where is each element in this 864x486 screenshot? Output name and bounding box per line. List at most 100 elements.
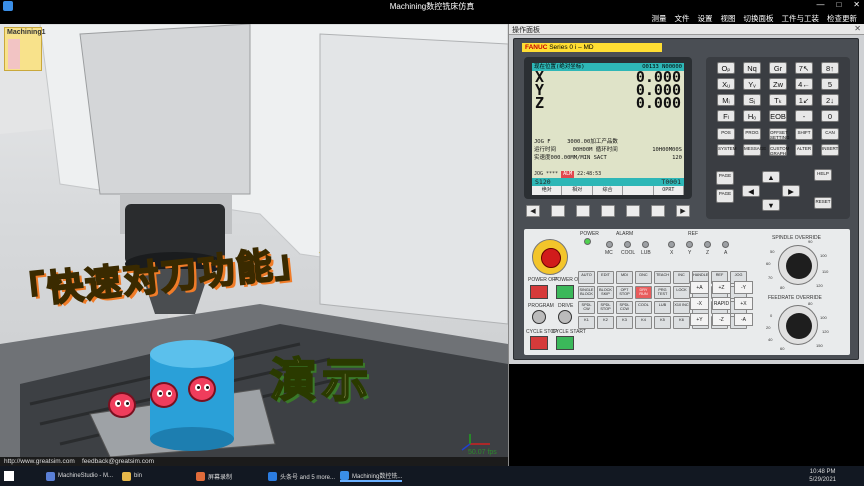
feedrate-override-dial[interactable] <box>778 305 818 345</box>
key-f[interactable]: Fₗ <box>717 110 735 122</box>
taskbar-item[interactable]: MachineStudio - M... <box>46 470 113 482</box>
emergency-stop-button[interactable] <box>532 239 568 275</box>
spindle-ccw-button[interactable]: SPDL CCW <box>616 301 633 314</box>
dry-run-button[interactable]: DRY RUN <box>635 286 652 299</box>
menu-view[interactable]: 视图 <box>720 13 737 24</box>
k2-button[interactable]: K2 <box>597 316 614 329</box>
softkey-next-button[interactable]: ▶ <box>676 205 690 217</box>
mode-dnc-button[interactable]: DNC <box>635 271 652 284</box>
website-link[interactable]: http://www.greatsim.com <box>4 458 75 465</box>
key-minus[interactable]: - <box>795 110 813 122</box>
document-tab[interactable]: Machining1 <box>4 27 46 71</box>
key-message[interactable]: MESSAGE <box>743 144 766 156</box>
k6-button[interactable]: K6 <box>673 316 690 329</box>
key-prog[interactable]: PROG <box>743 128 761 140</box>
jog-minus-x-button[interactable]: -X <box>690 297 709 310</box>
opt-stop-button[interactable]: OPT STOP <box>616 286 633 299</box>
key-7[interactable]: 7↖ <box>795 62 813 74</box>
program-key-switch[interactable] <box>532 310 546 324</box>
spindle-override-dial[interactable] <box>778 245 818 285</box>
lube-button[interactable]: LUB <box>654 301 671 314</box>
taskbar-item[interactable]: 头条号 and 5 more... <box>268 470 335 482</box>
key-cursor-up[interactable]: ▲ <box>762 171 780 183</box>
k4-button[interactable]: K4 <box>635 316 652 329</box>
lock-button[interactable]: LOCK <box>673 286 690 299</box>
jog-rapid-button[interactable]: RAPID <box>712 297 731 310</box>
menu-switch-panel[interactable]: 切换面板 <box>743 13 775 24</box>
taskbar-item[interactable]: 屏幕录制 <box>196 470 232 482</box>
menu-file[interactable]: 文件 <box>674 13 691 24</box>
system-clock[interactable]: 10:48 PM 5/29/2021 <box>809 468 836 484</box>
coolant-button[interactable]: COOL <box>635 301 652 314</box>
jog-plus-y-button[interactable]: +Y <box>690 313 709 326</box>
mode-auto-button[interactable]: AUTO <box>578 271 595 284</box>
key-x[interactable]: Xᵤ <box>717 78 735 90</box>
softkey-3-button[interactable] <box>601 205 615 217</box>
key-alter[interactable]: ALTER <box>795 144 813 156</box>
softkey-2-button[interactable] <box>576 205 590 217</box>
key-y[interactable]: Yᵥ <box>743 78 761 90</box>
power-on-button[interactable] <box>556 285 574 299</box>
key-system[interactable]: SYSTEM <box>717 144 737 156</box>
key-reset[interactable]: RESET <box>814 197 832 209</box>
key-custom-graph[interactable]: CUSTOM GRAPH <box>769 144 789 156</box>
feedback-link[interactable]: feedback@greatsim.com <box>82 458 154 465</box>
jog-minus-z-button[interactable]: -Z <box>712 313 731 326</box>
menu-measure[interactable]: 测量 <box>651 13 668 24</box>
key-8[interactable]: 8↑ <box>821 62 839 74</box>
taskbar-item[interactable]: bin <box>122 470 142 482</box>
key-cursor-right[interactable]: ▶ <box>782 185 800 197</box>
softkey-1-button[interactable] <box>551 205 565 217</box>
jog-plus-x-button[interactable]: +X <box>734 297 753 310</box>
k5-button[interactable]: K5 <box>654 316 671 329</box>
key-m[interactable]: Mᵢ <box>717 94 735 106</box>
k3-button[interactable]: K3 <box>616 316 633 329</box>
jog-minus-y-button[interactable]: -Y <box>734 281 753 294</box>
menu-check-update[interactable]: 检查更新 <box>826 13 858 24</box>
key-g[interactable]: Gr <box>769 62 787 74</box>
panel-close-icon[interactable]: ✕ <box>854 24 861 33</box>
key-4[interactable]: 4← <box>795 78 813 90</box>
softkey-prev-button[interactable]: ◀ <box>526 205 540 217</box>
key-shift[interactable]: SHIFT <box>795 128 813 140</box>
mode-inc-button[interactable]: INC <box>673 271 690 284</box>
block-skip-button[interactable]: BLOCK SKIP <box>597 286 614 299</box>
mode-edit-button[interactable]: EDIT <box>597 271 614 284</box>
drive-key-switch[interactable] <box>558 310 572 324</box>
spindle-cw-button[interactable]: SPDL CW <box>578 301 595 314</box>
key-z[interactable]: Zw <box>769 78 787 90</box>
key-1[interactable]: 1↙ <box>795 94 813 106</box>
key-h[interactable]: Hₒ <box>743 110 761 122</box>
start-button[interactable] <box>4 471 14 481</box>
spindle-stop-button[interactable]: SPDL STOP <box>597 301 614 314</box>
key-t[interactable]: Tₖ <box>769 94 787 106</box>
k1-button[interactable]: K1 <box>578 316 595 329</box>
key-cursor-down[interactable]: ▼ <box>762 199 780 211</box>
jog-minus-a-button[interactable]: -A <box>734 313 753 326</box>
cycle-start-button[interactable] <box>556 336 574 350</box>
cycle-stop-button[interactable] <box>530 336 548 350</box>
menu-settings[interactable]: 设置 <box>697 13 714 24</box>
menu-workpiece[interactable]: 工件与工装 <box>781 13 821 24</box>
maximize-button[interactable]: □ <box>836 0 841 9</box>
key-page-up[interactable]: PAGE <box>716 171 734 185</box>
taskbar-item-active[interactable]: Machining数控铣... <box>340 470 403 482</box>
jog-plus-a-button[interactable]: +A <box>690 281 709 294</box>
power-off-button[interactable] <box>530 285 548 299</box>
minimize-button[interactable]: — <box>816 0 824 9</box>
key-0[interactable]: 0 <box>821 110 839 122</box>
machine-3d-viewport[interactable]: Machining1 「快速对刀功能」 演示 50.07 fps <box>0 24 508 457</box>
jog-plus-z-button[interactable]: +Z <box>712 281 731 294</box>
key-5[interactable]: 5 <box>821 78 839 90</box>
close-button[interactable]: ✕ <box>853 0 860 9</box>
key-can[interactable]: CAN <box>821 128 839 140</box>
single-block-button[interactable]: SINGLE BLOCK <box>578 286 595 299</box>
key-offset-setting[interactable]: OFFSET SETTING <box>769 128 790 140</box>
key-s[interactable]: Sⱼ <box>743 94 761 106</box>
mode-teach-button[interactable]: TEACH <box>654 271 671 284</box>
key-o[interactable]: Oₚ <box>717 62 735 74</box>
key-cursor-left[interactable]: ◀ <box>742 185 760 197</box>
key-page-down[interactable]: PAGE <box>716 189 734 203</box>
x10-inc-button[interactable]: X10 INC <box>673 301 690 314</box>
key-2[interactable]: 2↓ <box>821 94 839 106</box>
